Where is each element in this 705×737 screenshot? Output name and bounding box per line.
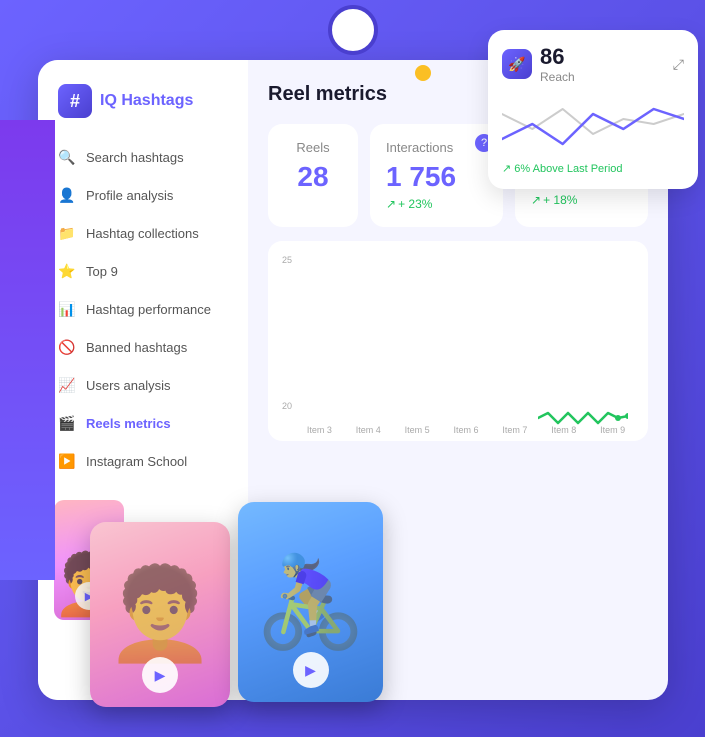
reach-value: 86 — [540, 44, 575, 70]
collections-icon: 📁 — [58, 224, 76, 242]
reach-label: Reach — [540, 70, 575, 84]
sidebar-item-label: Reels metrics — [86, 416, 171, 431]
sidebar-item-label: Hashtag performance — [86, 302, 211, 317]
top-circle-decoration — [328, 5, 378, 55]
reels-value: 28 — [284, 161, 342, 193]
x-label-6: Item 6 — [445, 425, 488, 435]
y-label-20: 20 — [282, 401, 292, 411]
reach-title-group: 🚀 86 Reach — [502, 44, 575, 84]
sidebar-logo: # IQ Hashtags — [38, 84, 248, 138]
y-label-25: 25 — [282, 255, 292, 265]
logo-iq: IQ — [100, 92, 117, 109]
reels-label: Reels — [284, 140, 342, 155]
reach-change-text: ↗ 6% Above Last Period — [502, 162, 684, 175]
banned-icon: 🚫 — [58, 338, 76, 356]
logo-icon: # — [58, 84, 92, 118]
reach-card-header: 🚀 86 Reach ⤢ — [502, 44, 684, 84]
x-label-3: Item 3 — [298, 425, 341, 435]
bottom-thumbnails: 🧑‍🦱 ▶ 🚴‍♀️ ▶ — [90, 522, 383, 707]
reach-icon: 🚀 — [502, 49, 532, 79]
interactions-value: 1 756 — [386, 161, 487, 193]
performance-icon: 📊 — [58, 300, 76, 318]
interactions-change: ↗ + 23% — [386, 197, 487, 211]
sidebar-item-performance[interactable]: 📊 Hashtag performance — [38, 290, 248, 328]
play-button-thumb2[interactable]: ▶ — [293, 652, 329, 688]
views-change: ↗ + 18% — [531, 193, 632, 207]
views-change-value: + 18% — [543, 193, 577, 207]
sidebar-item-label: Search hashtags — [86, 150, 184, 165]
arrow-up-icon: ↗ — [386, 197, 396, 211]
sidebar-item-users[interactable]: 📈 Users analysis — [38, 366, 248, 404]
logo-text: IQ Hashtags — [100, 92, 193, 110]
school-icon: ▶️ — [58, 452, 76, 470]
logo-symbol: # — [70, 91, 80, 112]
reach-value-group: 86 Reach — [540, 44, 575, 84]
sidebar-item-search[interactable]: 🔍 Search hashtags — [38, 138, 248, 176]
sidebar-item-profile[interactable]: 👤 Profile analysis — [38, 176, 248, 214]
interactions-metric-card: ? Interactions 1 756 ↗ + 23% — [370, 124, 503, 227]
yellow-dot-decoration — [415, 65, 431, 81]
sidebar-item-label: Instagram School — [86, 454, 187, 469]
sidebar-item-label: Profile analysis — [86, 188, 173, 203]
sidebar-navigation: 🔍 Search hashtags 👤 Profile analysis 📁 H… — [38, 138, 248, 480]
sidebar-item-school[interactable]: ▶️ Instagram School — [38, 442, 248, 480]
sidebar-item-collections[interactable]: 📁 Hashtag collections — [38, 214, 248, 252]
x-label-5: Item 5 — [396, 425, 439, 435]
search-icon: 🔍 — [58, 148, 76, 166]
page-title: Reel metrics — [268, 83, 387, 106]
reach-card: 🚀 86 Reach ⤢ ↗ 6% Above Last Period — [488, 30, 698, 189]
thumbnail-2: 🚴‍♀️ ▶ — [238, 502, 383, 702]
x-label-4: Item 4 — [347, 425, 390, 435]
sidebar-item-reels[interactable]: 🎬 Reels metrics — [38, 404, 248, 442]
reels-icon: 🎬 — [58, 414, 76, 432]
sidebar-item-label: Banned hashtags — [86, 340, 187, 355]
logo-hashtags: Hashtags — [121, 92, 193, 109]
users-icon: 📈 — [58, 376, 76, 394]
reach-change-value: 6% Above Last Period — [514, 163, 622, 175]
x-label-7: Item 7 — [493, 425, 536, 435]
chart-y-labels: 25 20 — [282, 255, 292, 411]
bar-chart: 25 20 — [268, 241, 648, 441]
reach-line-chart — [502, 94, 684, 154]
sidebar-item-top9[interactable]: ⭐ Top 9 — [38, 252, 248, 290]
interactions-label: Interactions — [386, 140, 487, 155]
interactions-change-value: + 23% — [398, 197, 432, 211]
reach-arrow-icon: ↗ — [502, 163, 511, 175]
play-button-thumb1[interactable]: ▶ — [142, 657, 178, 693]
reels-metric-card: Reels 28 — [268, 124, 358, 227]
top9-icon: ⭐ — [58, 262, 76, 280]
arrow-up-icon-views: ↗ — [531, 193, 541, 207]
expand-icon[interactable]: ⤢ — [673, 56, 684, 73]
rocket-icon: 🚀 — [508, 56, 525, 73]
green-wave-decoration — [538, 408, 628, 433]
sidebar-item-label: Users analysis — [86, 378, 171, 393]
sidebar-item-label: Top 9 — [86, 264, 118, 279]
profile-icon: 👤 — [58, 186, 76, 204]
sidebar-item-label: Hashtag collections — [86, 226, 199, 241]
left-purple-strip — [0, 120, 55, 580]
thumbnail-1: 🧑‍🦱 ▶ — [90, 522, 230, 707]
bars-container — [298, 255, 634, 411]
sidebar-item-banned[interactable]: 🚫 Banned hashtags — [38, 328, 248, 366]
